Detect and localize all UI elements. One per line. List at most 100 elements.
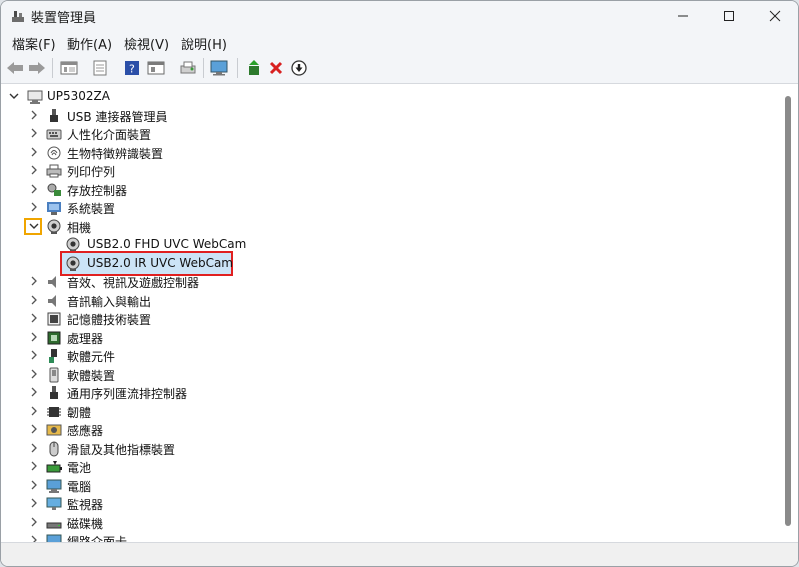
chevron-right-icon[interactable] — [27, 274, 41, 288]
tree-category-row[interactable]: 音效、視訊及遊戲控制器 — [1, 273, 761, 291]
chevron-right-icon[interactable] — [27, 145, 41, 159]
usb-controller-icon — [46, 385, 62, 401]
chevron-right-icon[interactable] — [27, 200, 41, 214]
chevron-right-icon[interactable] — [27, 182, 41, 196]
print-icon[interactable] — [178, 58, 198, 78]
device-manager-window: 裝置管理員 檔案(F) 動作(A) 檢視(V) 說明(H) ? UP5302ZA… — [0, 0, 799, 567]
window-title: 裝置管理員 — [31, 11, 97, 26]
close-button[interactable] — [752, 1, 798, 31]
update-driver-icon[interactable] — [90, 58, 110, 78]
back-arrow-icon[interactable] — [5, 58, 25, 78]
storage-controller-icon — [46, 182, 62, 198]
tree-category-row[interactable]: 軟體元件 — [1, 347, 761, 365]
forward-arrow-icon[interactable] — [27, 58, 47, 78]
tree-category-row[interactable]: 網路介面卡 — [1, 532, 761, 542]
title-bar: 裝置管理員 — [1, 1, 798, 31]
toolbar-separator — [203, 58, 204, 78]
tree-root-row[interactable]: UP5302ZA — [1, 88, 761, 106]
tree-category-label: 系統裝置 — [67, 202, 116, 216]
menu-view[interactable]: 檢視(V) — [124, 34, 169, 53]
tree-category-row[interactable]: 存放控制器 — [1, 181, 761, 199]
chevron-right-icon[interactable] — [27, 311, 41, 325]
tree-category-row[interactable]: 電池 — [1, 458, 761, 476]
tree-category-label: 音效、視訊及遊戲控制器 — [67, 276, 200, 290]
tree-category-row[interactable]: 監視器 — [1, 495, 761, 513]
chevron-right-icon[interactable] — [27, 533, 41, 542]
tree-category-label: USB 連接器管理員 — [67, 109, 168, 124]
menu-help[interactable]: 說明(H) — [181, 34, 227, 53]
tree-category-label: 韌體 — [67, 405, 92, 420]
chevron-right-icon[interactable] — [27, 441, 41, 455]
chevron-right-icon[interactable] — [27, 515, 41, 529]
tree-category-row[interactable]: 記憶體技術裝置 — [1, 310, 761, 328]
tree-category-row[interactable]: 處理器 — [1, 329, 761, 347]
tree-category-label: 人性化介面裝置 — [67, 128, 152, 142]
chevron-right-icon[interactable] — [27, 108, 41, 122]
tree-category-row[interactable]: 通用序列匯流排控制器 — [1, 384, 761, 402]
tree-category-label: 軟體元件 — [67, 350, 116, 364]
tree-category-row[interactable]: 人性化介面裝置 — [1, 125, 761, 143]
tree-root-label: UP5302ZA — [47, 89, 110, 103]
chevron-right-icon[interactable] — [27, 330, 41, 344]
tree-category-row[interactable]: 滑鼠及其他指標裝置 — [1, 440, 761, 458]
tree-category-row[interactable]: 磁碟機 — [1, 514, 761, 532]
memory-tech-icon — [46, 311, 62, 327]
chevron-right-icon[interactable] — [27, 404, 41, 418]
chevron-right-icon[interactable] — [27, 496, 41, 510]
tree-category-label: 軟體裝置 — [67, 368, 116, 383]
menu-file[interactable]: 檔案(F) — [12, 34, 56, 53]
chevron-right-icon[interactable] — [27, 459, 41, 473]
tree-category-label: 存放控制器 — [67, 183, 128, 198]
software-device-icon — [46, 367, 62, 383]
properties-icon[interactable] — [59, 58, 79, 78]
vertical-scrollbar[interactable] — [780, 84, 798, 542]
software-component-icon — [46, 348, 62, 364]
help-icon[interactable]: ? — [122, 58, 142, 78]
chevron-right-icon[interactable] — [27, 163, 41, 177]
chevron-right-icon[interactable] — [27, 126, 41, 140]
chevron-right-icon[interactable] — [27, 385, 41, 399]
tree-category-row[interactable]: USB 連接器管理員 — [1, 107, 761, 125]
tree-category-row[interactable]: 韌體 — [1, 403, 761, 421]
tree-category-row[interactable]: 列印佇列 — [1, 162, 761, 180]
tree-category-row[interactable]: 系統裝置 — [1, 199, 761, 217]
tree-category-row[interactable]: 軟體裝置 — [1, 366, 761, 384]
camera-device-row-selected[interactable]: USB2.0 IR UVC WebCam — [1, 250, 761, 276]
printer-icon — [46, 163, 62, 179]
menu-action[interactable]: 動作(A) — [67, 34, 112, 53]
system-device-icon — [46, 200, 62, 216]
chevron-right-icon[interactable] — [27, 478, 41, 492]
uninstall-x-icon[interactable] — [266, 58, 286, 78]
tree-category-label: 生物特徵辨識裝置 — [67, 146, 164, 161]
chevron-right-icon[interactable] — [27, 348, 41, 362]
device-tree: UP5302ZA USB 連接器管理員 人性化介面裝置 生物特徵辨識裝置 列印佇列存放… — [1, 84, 781, 542]
computer-icon — [27, 89, 43, 105]
maximize-button[interactable] — [706, 1, 752, 31]
tree-category-row[interactable]: 生物特徵辨識裝置 — [1, 144, 761, 162]
scan-hardware-icon[interactable] — [209, 58, 229, 78]
chevron-down-icon[interactable] — [27, 219, 41, 233]
horizontal-scrollbar[interactable] — [1, 542, 798, 566]
tree-category-label: 滑鼠及其他指標裝置 — [67, 442, 176, 457]
tree-category-row[interactable]: 音訊輸入與輸出 — [1, 292, 761, 310]
tree-category-label: 相機 — [67, 220, 92, 235]
toolbar: ? — [1, 53, 798, 84]
disable-device-icon[interactable] — [289, 58, 309, 78]
tree-category-row[interactable]: 感應器 — [1, 421, 761, 439]
tree-category-row[interactable]: 相機 — [1, 217, 761, 236]
view-icon[interactable] — [146, 58, 166, 78]
tree-category-label: 通用序列匯流排控制器 — [67, 387, 188, 401]
minimize-button[interactable] — [660, 1, 706, 31]
chevron-right-icon[interactable] — [27, 422, 41, 436]
chevron-down-icon[interactable] — [7, 89, 21, 103]
toolbar-separator — [52, 58, 53, 78]
chevron-right-icon[interactable] — [27, 293, 41, 307]
add-driver-icon[interactable] — [244, 58, 264, 78]
camera-device-label: USB2.0 FHD UVC WebCam — [87, 237, 247, 251]
scrollbar-thumb[interactable] — [785, 96, 791, 526]
chevron-right-icon[interactable] — [27, 367, 41, 381]
processor-icon — [46, 330, 62, 346]
computer-icon — [46, 478, 62, 494]
battery-icon — [46, 459, 62, 475]
tree-category-row[interactable]: 電腦 — [1, 477, 761, 495]
